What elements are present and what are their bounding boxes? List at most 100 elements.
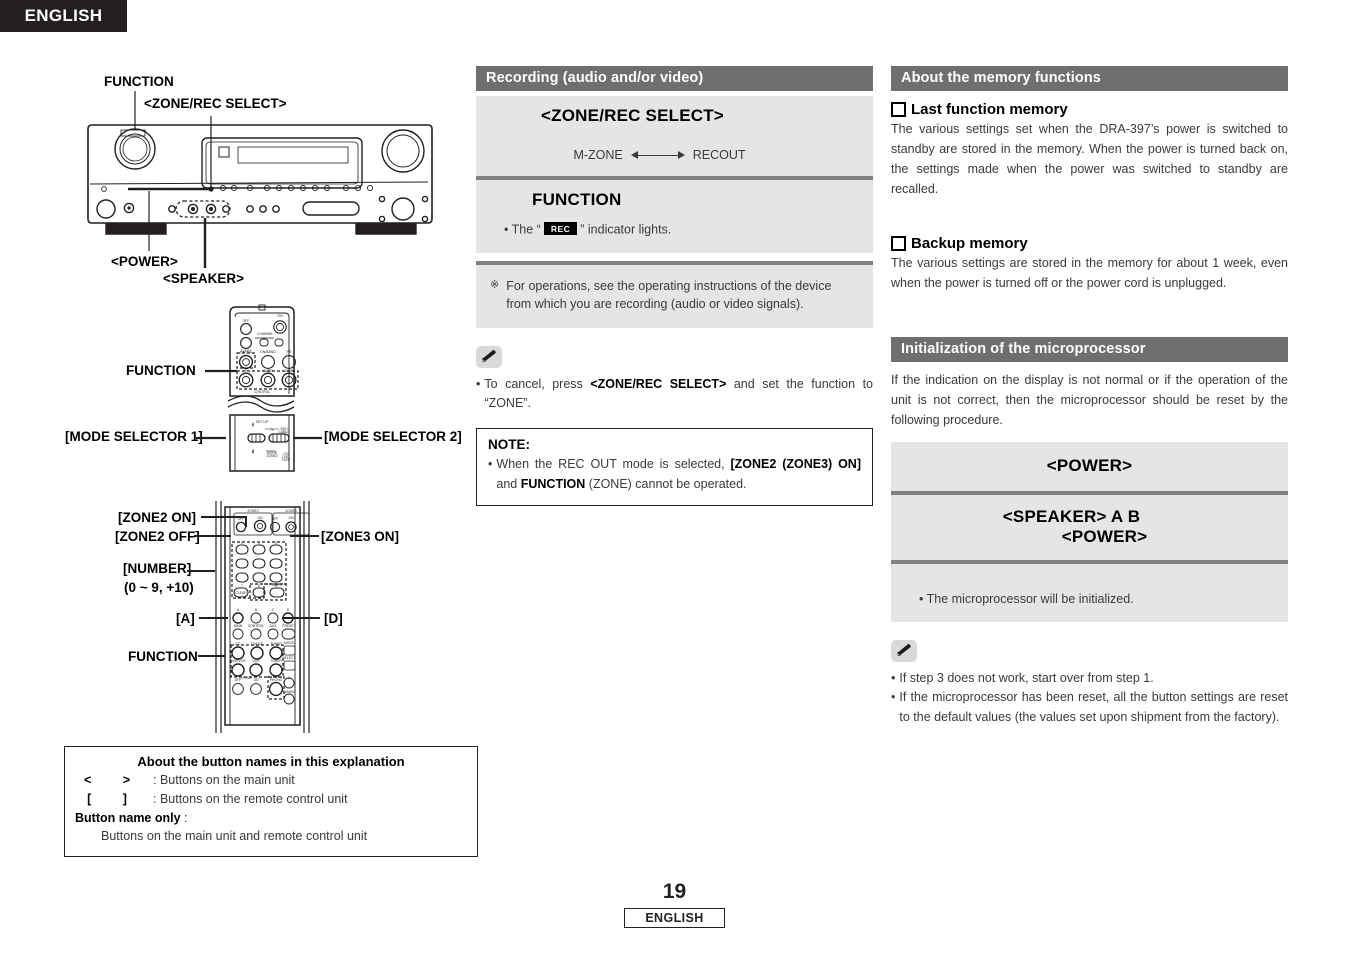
initialization-memo-list: • If step 3 does not work, start over fr… <box>891 669 1288 727</box>
svg-text:ZONE2: ZONE2 <box>266 454 277 458</box>
svg-text:CONTROL: CONTROL <box>254 390 271 394</box>
init-step-3-note: • The microprocessor will be initialized… <box>919 592 1134 606</box>
svg-text:CONTROL: CONTROL <box>248 624 265 628</box>
main-unit-figure: FUNCTION <ZONE/REC SELECT> <POWER> <SPEA… <box>60 46 464 301</box>
note-text-bold1: [ZONE2 (ZONE3) ON] <box>730 456 861 471</box>
asterisk-icon: ※ <box>490 278 500 291</box>
note-title: NOTE: <box>488 436 530 452</box>
svg-text:CABLE: CABLE <box>278 430 290 434</box>
remote-bottom-figure: [ZONE2 ON] [ZONE2 OFF] [ZONE3 ON] [NUMBE… <box>60 493 464 773</box>
backup-memory-body: The various settings are stored in the m… <box>891 256 1288 290</box>
recording-asterisk-note: ※ For operations, see the operating inst… <box>476 260 873 328</box>
double-arrow-icon <box>630 150 685 161</box>
svg-text:P.S: P.S <box>286 350 292 354</box>
button-name-legend: About the button names in this explanati… <box>64 746 478 857</box>
svg-text:MAIN: MAIN <box>234 624 243 628</box>
legend-title: About the button names in this explanati… <box>137 754 405 769</box>
svg-text:ON: ON <box>253 678 259 682</box>
legend-colon: : <box>184 810 188 825</box>
svg-text:ZONE3: ZONE3 <box>285 509 296 513</box>
checkbox-icon <box>891 101 906 117</box>
checkbox-icon <box>891 235 906 251</box>
note-text-part3: (ZONE) cannot be operated. <box>585 476 747 491</box>
svg-text:A: A <box>252 422 255 426</box>
svg-text:TUNER: TUNER <box>270 659 282 663</box>
recording-section-header: Recording (audio and/or video) <box>476 66 873 91</box>
svg-text:TV: TV <box>270 428 275 432</box>
last-function-memory-heading: Last function memory <box>891 101 1288 118</box>
svg-text:B: B <box>252 450 255 454</box>
init-step-2-title-line1: <SPEAKER> A B <box>1002 507 1141 526</box>
main-unit-illustration <box>87 91 433 268</box>
svg-text:DN/BAND: DN/BAND <box>260 350 276 354</box>
svg-text:7: 7 <box>241 584 243 588</box>
memo-text: If the microprocessor has been reset, al… <box>899 690 1288 724</box>
last-function-memory-title: Last function memory <box>911 101 1068 118</box>
recording-step-2-title: FUNCTION <box>532 190 622 209</box>
svg-text:MODE: MODE <box>284 641 295 645</box>
legend-desc-main-unit: : Buttons on the main unit <box>153 773 295 787</box>
rec-note-prefix: • The “ <box>504 222 541 237</box>
svg-text:8: 8 <box>258 584 260 588</box>
init-step-2: <SPEAKER> A B <POWER> <box>891 491 1288 560</box>
initialization-memo: • If step 3 does not work, start over fr… <box>891 640 1288 727</box>
recording-column: Recording (audio and/or video) <ZONE/REC… <box>476 66 873 506</box>
memo-item: • If step 3 does not work, start over fr… <box>891 669 1288 688</box>
initialization-intro: If the indication on the display is not … <box>891 373 1288 427</box>
recording-step-2: FUNCTION • The “REC” indicator lights. <box>476 176 873 253</box>
backup-memory-title: Backup memory <box>911 235 1028 252</box>
pencil-glyph <box>481 350 496 363</box>
svg-text:OFF: OFF <box>238 517 245 521</box>
svg-text:B: B <box>255 608 258 612</box>
remote-top-figure: FUNCTION [MODE SELECTOR 1] [MODE SELECTO… <box>60 301 464 493</box>
bullet-icon: • <box>891 690 896 705</box>
recording-note-box: NOTE: • When the REC OUT mode is selecte… <box>476 427 873 506</box>
svg-text:PRESET: PRESET <box>282 624 296 628</box>
rec-note-suffix: ” indicator lights. <box>580 222 672 237</box>
recording-step-1: <ZONE/REC SELECT> M-ZONE RECOUT <box>476 96 873 176</box>
note-text-part1: When the REC OUT mode is selected, <box>496 456 731 471</box>
legend-desc-remote-unit: : Buttons on the remote control unit <box>153 791 348 806</box>
init-step-3: • The microprocessor will be initialized… <box>891 560 1288 622</box>
legend-key-angle: < > <box>83 773 145 787</box>
svg-text:OFF: OFF <box>243 319 250 323</box>
recording-step-1-arrow-row: M-ZONE RECOUT <box>476 148 873 162</box>
note-text-part2: and <box>496 476 521 491</box>
note-text-bold2: FUNCTION <box>520 476 586 491</box>
rec-indicator-chip: REC <box>543 222 578 235</box>
svg-text:ZONE2: ZONE2 <box>247 509 258 513</box>
backup-memory-heading: Backup memory <box>891 235 1288 252</box>
remote-top-illustration: OFFON SLEEPCHANNEL F.N.C.A DN/BAND P.S P SU… <box>196 304 322 472</box>
footer-language-badge: ENGLISH <box>624 908 725 928</box>
svg-text:A: A <box>237 608 240 612</box>
svg-text:D: D <box>287 608 290 612</box>
page-footer: 19 ENGLISH <box>0 880 1349 928</box>
initialization-section-header: Initialization of the microprocessor <box>891 337 1288 362</box>
recording-step-2-note: • The “REC” indicator lights. <box>476 222 873 237</box>
svg-text:PHONO: PHONO <box>270 678 283 682</box>
svg-text:CHANNEL: CHANNEL <box>257 332 273 336</box>
svg-text:F.N.C.A: F.N.C.A <box>240 351 252 355</box>
bullet-icon: • <box>891 671 896 685</box>
svg-text:SET UP: SET UP <box>256 420 269 424</box>
bullet-icon: • <box>476 377 481 391</box>
svg-text:SHIFT: SHIFT <box>272 583 282 587</box>
svg-text:ON: ON <box>288 516 294 520</box>
legend-row: [ ] : Buttons on the remote control unit <box>75 790 467 809</box>
memo-item: • If the microprocessor has been reset, … <box>891 688 1288 727</box>
memo-text-part1: To cancel, press <box>484 377 591 391</box>
legend-row: < > : Buttons on the main unit <box>75 771 467 790</box>
left-figure-column: FUNCTION <ZONE/REC SELECT> <POWER> <SPEA… <box>60 46 464 773</box>
recording-memo-list: • To cancel, press <ZONE/REC SELECT> and… <box>476 375 873 414</box>
asterisk-note-text: For operations, see the operating instru… <box>506 278 832 312</box>
svg-text:1: 1 <box>288 676 290 680</box>
svg-text:DVR/VCR: DVR/VCR <box>230 659 246 663</box>
svg-text:TAPE: TAPE <box>282 458 291 462</box>
memory-section-header: About the memory functions <box>891 66 1288 91</box>
init-step-1-title: <POWER> <box>1046 456 1133 475</box>
svg-text:CD: CD <box>236 642 241 646</box>
pencil-glyph <box>896 644 911 657</box>
note-body: • When the REC OUT mode is selected, [ZO… <box>488 454 861 494</box>
